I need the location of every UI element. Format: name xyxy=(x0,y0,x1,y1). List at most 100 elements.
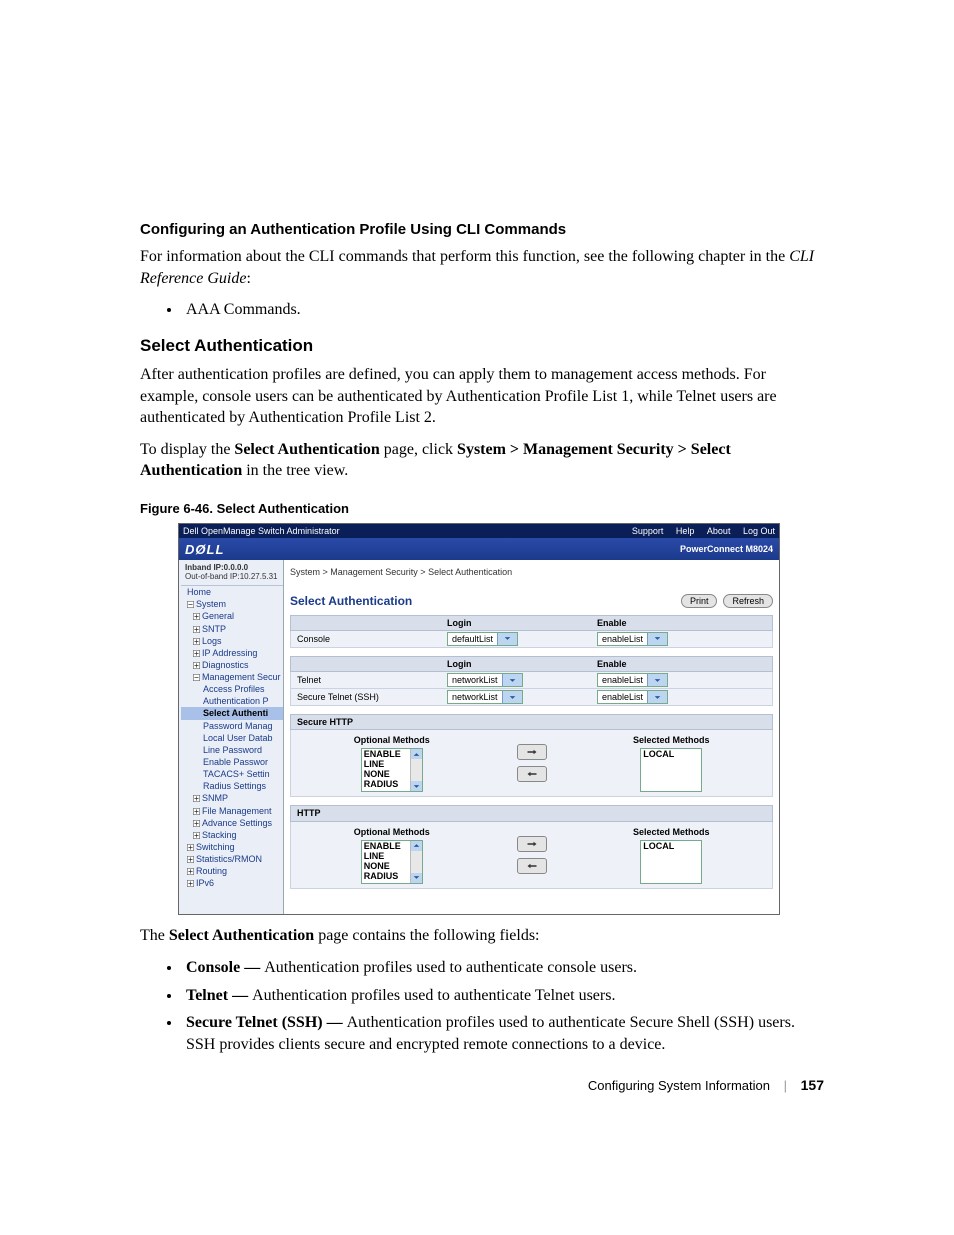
tree-node[interactable]: Radius Settings xyxy=(181,780,283,792)
link-about[interactable]: About xyxy=(707,526,731,536)
fields-intro: The Select Authentication page contains … xyxy=(140,925,824,947)
tree-node[interactable]: Local User Datab xyxy=(181,732,283,744)
figure-caption: Figure 6-46. Select Authentication xyxy=(140,500,824,518)
screenshot-figure: Dell OpenManage Switch Administrator Sup… xyxy=(178,523,780,915)
field-bullet: Secure Telnet (SSH) — Authentication pro… xyxy=(182,1012,824,1055)
console-login-select[interactable]: defaultList xyxy=(447,632,518,646)
tree-node[interactable]: Diagnostics xyxy=(181,659,283,671)
chevron-down-icon xyxy=(647,691,667,703)
tree-node[interactable]: General xyxy=(181,610,283,622)
chevron-down-icon xyxy=(502,691,522,703)
chevron-up-icon[interactable] xyxy=(411,749,422,759)
text: in the tree view. xyxy=(242,462,348,479)
product-name: PowerConnect M8024 xyxy=(680,543,773,555)
tree-node[interactable]: Password Manag xyxy=(181,720,283,732)
console-enable-select[interactable]: enableList xyxy=(597,632,668,646)
tree-node[interactable]: Home xyxy=(181,586,283,598)
chevron-down-icon xyxy=(497,633,517,645)
window-titlebar: Dell OpenManage Switch Administrator Sup… xyxy=(179,524,779,538)
tree-node[interactable]: SNMP xyxy=(181,792,283,804)
text: To display the xyxy=(140,441,234,458)
chevron-down-icon[interactable] xyxy=(411,873,422,883)
header-bar: DØLL PowerConnect M8024 xyxy=(179,538,779,560)
selected-methods-list[interactable]: LOCAL xyxy=(640,840,702,884)
select-auth-para2: To display the Select Authentication pag… xyxy=(140,439,824,482)
dell-logo: DØLL xyxy=(185,541,224,559)
row-telnet-label: Telnet xyxy=(291,674,447,686)
chevron-down-icon[interactable] xyxy=(411,781,422,791)
optional-methods-list[interactable]: ENABLELINENONERADIUS xyxy=(361,840,423,884)
tree-node[interactable]: Logs xyxy=(181,635,283,647)
text: Select Authentication xyxy=(234,441,379,458)
chevron-down-icon xyxy=(647,674,667,686)
list-item[interactable]: LOCAL xyxy=(641,841,701,851)
select-auth-heading: Select Authentication xyxy=(140,335,824,358)
page-footer: Configuring System Information | 157 xyxy=(588,1076,824,1095)
move-left-button[interactable] xyxy=(517,766,547,782)
tree-node[interactable]: SNTP xyxy=(181,623,283,635)
tree-node[interactable]: Switching xyxy=(181,841,283,853)
ip-info: Inband IP:0.0.0.0 Out-of-band IP:10.27.5… xyxy=(181,562,283,586)
row-console-label: Console xyxy=(291,633,447,645)
telnet-enable-select[interactable]: enableList xyxy=(597,673,668,687)
nav-tree[interactable]: Inband IP:0.0.0.0 Out-of-band IP:10.27.5… xyxy=(179,560,284,914)
field-bullet: Console — Authentication profiles used t… xyxy=(182,957,824,979)
select-auth-para1: After authentication profiles are define… xyxy=(140,364,824,429)
link-help[interactable]: Help xyxy=(676,526,695,536)
tree-node[interactable]: Authentication P xyxy=(181,695,283,707)
telnet-login-select[interactable]: networkList xyxy=(447,673,523,687)
text: page, click xyxy=(380,441,457,458)
tree-node[interactable]: Statistics/RMON xyxy=(181,853,283,865)
tree-node[interactable]: TACACS+ Settin xyxy=(181,768,283,780)
tree-node[interactable]: IPv6 xyxy=(181,877,283,889)
move-left-button[interactable] xyxy=(517,858,547,874)
ssh-login-select[interactable]: networkList xyxy=(447,690,523,704)
tree-node[interactable]: System xyxy=(181,598,283,610)
link-logout[interactable]: Log Out xyxy=(743,526,775,536)
text: Select Authentication xyxy=(169,927,314,944)
tree-node[interactable]: Access Profiles xyxy=(181,683,283,695)
tree-node[interactable]: IP Addressing xyxy=(181,647,283,659)
chevron-down-icon xyxy=(502,674,522,686)
window-title: Dell OpenManage Switch Administrator xyxy=(183,525,340,537)
link-support[interactable]: Support xyxy=(632,526,664,536)
move-right-button[interactable] xyxy=(517,744,547,760)
tree-node[interactable]: File Management xyxy=(181,805,283,817)
text: For information about the CLI commands t… xyxy=(140,248,789,265)
list-item[interactable]: LOCAL xyxy=(641,749,701,759)
optional-methods-label: Optional Methods xyxy=(297,734,487,746)
tree-node[interactable]: Line Password xyxy=(181,744,283,756)
col-login-label: Login xyxy=(447,658,597,670)
field-bullet: Telnet — Authentication profiles used to… xyxy=(182,985,824,1007)
chevron-down-icon xyxy=(647,633,667,645)
footer-chapter: Configuring System Information xyxy=(588,1078,770,1093)
optional-methods-label: Optional Methods xyxy=(297,826,487,838)
tree-node[interactable]: Enable Passwor xyxy=(181,756,283,768)
tree-node[interactable]: Stacking xyxy=(181,829,283,841)
selected-methods-label: Selected Methods xyxy=(577,826,767,838)
refresh-button[interactable]: Refresh xyxy=(723,594,773,608)
text: : xyxy=(246,270,250,287)
col-login-label: Login xyxy=(447,617,597,629)
tree-node[interactable]: Select Authenti xyxy=(181,707,283,719)
ssh-enable-select[interactable]: enableList xyxy=(597,690,668,704)
optional-methods-list[interactable]: ENABLELINENONERADIUS xyxy=(361,748,423,792)
breadcrumb: System > Management Security > Select Au… xyxy=(290,566,773,578)
selected-methods-list[interactable]: LOCAL xyxy=(640,748,702,792)
cli-intro-para: For information about the CLI commands t… xyxy=(140,246,824,289)
row-ssh-label: Secure Telnet (SSH) xyxy=(291,691,447,703)
top-links: Support Help About Log Out xyxy=(622,525,775,537)
move-right-button[interactable] xyxy=(517,836,547,852)
selected-methods-label: Selected Methods xyxy=(577,734,767,746)
bullet-aaa-commands: AAA Commands. xyxy=(182,299,824,321)
col-enable-label: Enable xyxy=(597,658,772,670)
col-enable-label: Enable xyxy=(597,617,772,629)
tree-node[interactable]: Management Secur xyxy=(181,671,283,683)
print-button[interactable]: Print xyxy=(681,594,718,608)
text: The xyxy=(140,927,169,944)
content-pane: System > Management Security > Select Au… xyxy=(284,560,779,914)
chevron-up-icon[interactable] xyxy=(411,841,422,851)
tree-node[interactable]: Routing xyxy=(181,865,283,877)
tree-node[interactable]: Advance Settings xyxy=(181,817,283,829)
http-label: HTTP xyxy=(290,805,773,821)
